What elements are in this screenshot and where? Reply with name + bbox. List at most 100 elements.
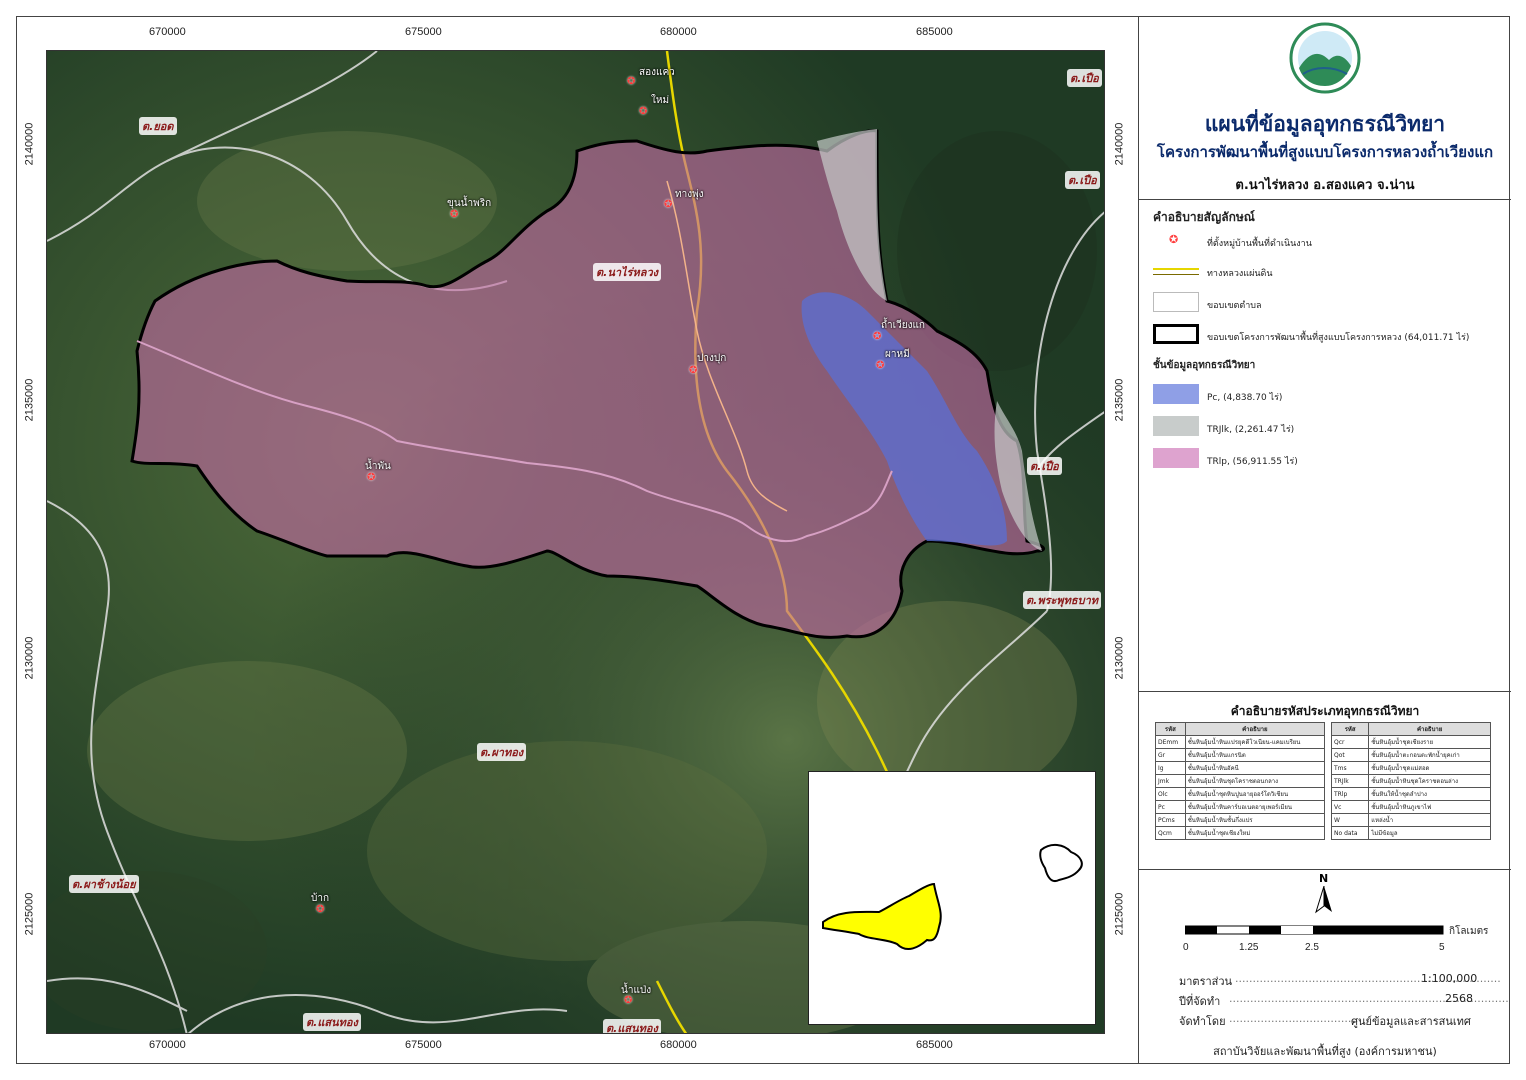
code-cell: Tms [1330, 761, 1370, 775]
north-label: N [1319, 872, 1329, 885]
layer-heading: ชั้นข้อมูลอุทกธรณีวิทยา [1153, 360, 1256, 371]
inset-outline [1039, 844, 1083, 882]
codes-section: คำอธิบายรหัสประเภทอุทกธรณีวิทยา รหัส คำอธ… [1139, 692, 1511, 870]
x-tick-bottom: 685000 [916, 1039, 953, 1051]
desc-cell: ชั้นหินอุ้มน้ำตะกอนตะพักน้ำยุคเก่า [1368, 748, 1491, 762]
code-cell: Qcr [1330, 735, 1370, 749]
subdistrict-label: ต.เปือ [1067, 69, 1102, 87]
code-cell: Olc [1155, 787, 1186, 801]
desc-cell: ชั้นหินอุ้มน้ำชุดเชียงใหม่ [1184, 826, 1326, 840]
y-tick-left: 2140000 [23, 122, 36, 166]
desc-cell: ชั้นหินอุ้มน้ำหินแปรยุคดีโวเนียน-แคมเบรี… [1184, 735, 1326, 749]
y-tick-right: 2140000 [1113, 122, 1126, 166]
y-tick-left: 2135000 [23, 378, 36, 422]
subdistrict-legend-swatch [1153, 292, 1199, 312]
location-title: ต.นาไร่หลวง อ.สองแคว จ.น่าน [1235, 178, 1415, 193]
y-tick-right: 2130000 [1113, 636, 1126, 680]
desc-cell: ชั้นหินอุ้มน้ำหินชุดโคราชตอนกลาง [1184, 774, 1326, 788]
subdistrict-label: ต.ผาช้างน้อย [69, 875, 139, 893]
village-label: ใหม่ [651, 95, 670, 106]
village-label: น้ำพัน [365, 461, 391, 472]
scale-bar [1185, 925, 1444, 935]
desc-cell: ชั้นหินให้น้ำชุดลำปาง [1368, 787, 1491, 801]
codes-table-right: รหัส คำอธิบาย Qcr ชั้นหินอุ้มน้ำชุดเชียงรา… [1330, 722, 1491, 840]
code-cell: DEmm [1155, 735, 1186, 749]
desc-col-header: คำอธิบาย [1184, 722, 1326, 736]
legend-heading: คำอธิบายสัญลักษณ์ [1153, 210, 1255, 224]
village-label: ผาหมี [885, 349, 910, 360]
legend-section: คำอธิบายสัญลักษณ์ ✪ ที่ตั้งหมู่บ้านพื้นท… [1139, 200, 1511, 692]
x-tick-top: 675000 [405, 26, 442, 38]
village-label: ถ้ำเวียงแก [881, 320, 925, 331]
boundary-legend-swatch [1153, 324, 1199, 344]
x-tick-bottom: 670000 [149, 1039, 186, 1051]
desc-cell: ชั้นหินอุ้มน้ำชุดหินปูนอายุออร์โดวิเชียน [1184, 787, 1326, 801]
by-value: ศูนย์ข้อมูลและสารสนเทศ [1351, 1015, 1471, 1028]
year-label: ปีที่จัดทำ [1179, 995, 1221, 1008]
village-label: ปางปุก [697, 353, 727, 364]
institute-name: สถาบันวิจัยและพัฒนาพื้นที่สูง (องค์การมห… [1213, 1045, 1437, 1058]
village-label: ขุนน้ำพริก [447, 198, 492, 209]
dot-leader: ...................................... [1229, 1012, 1362, 1025]
village-marker[interactable]: ✪ [689, 365, 697, 376]
desc-cell: ชั้นหินอุ้มน้ำหินชุดโคราชตอนล่าง [1368, 774, 1491, 788]
code-col-header: รหัส [1155, 722, 1186, 736]
desc-cell: ชั้นหินอุ้มน้ำหินแกรนิต [1184, 748, 1326, 762]
scale-tick: 1.25 [1239, 942, 1259, 953]
village-marker[interactable]: ✪ [876, 360, 884, 371]
desc-cell: ชั้นหินอุ้มน้ำหินภูเขาไฟ [1368, 800, 1491, 814]
scale-tick: 5 [1439, 942, 1445, 953]
scale-section: N 0 1.25 2.5 5 กิโลเมตร มาตราส่วน ......… [1139, 870, 1511, 1064]
inset-canvas [822, 844, 1083, 950]
project-title: โครงการพัฒนาพื้นที่สูงแบบโครงการหลวงถ้ำเ… [1156, 143, 1494, 161]
desc-cell: ไม่มีข้อมูล [1368, 826, 1491, 840]
scale-tick: 0 [1183, 942, 1189, 953]
code-cell: Pc [1155, 800, 1186, 814]
pc-legend-swatch [1153, 384, 1199, 404]
code-cell: W [1330, 813, 1370, 827]
desc-cell: ชั้นหินอุ้มน้ำหินอัคนี [1184, 761, 1326, 775]
code-cell: Gr [1155, 748, 1186, 762]
subdistrict-label: ต.ผาทอง [477, 743, 527, 761]
legend-item-subdistrict: ขอบเขตตำบล [1207, 301, 1262, 311]
y-tick-right: 2125000 [1113, 892, 1126, 936]
legend-item-boundary: ขอบเขตโครงการพัฒนาพื้นที่สูงแบบโครงการหล… [1207, 333, 1470, 343]
codes-heading: คำอธิบายรหัสประเภทอุทกธรณีวิทยา [1230, 704, 1420, 718]
institute-logo [1289, 22, 1361, 94]
subdistrict-label: ต.ยอด [139, 117, 177, 135]
scale-label: มาตราส่วน [1179, 975, 1233, 988]
village-legend-icon: ✪ [1169, 233, 1179, 246]
main-map[interactable]: ต.ยอด ต.นาไร่หลวง ต.เปือ ต.เปือ ต.เปือ ต… [46, 50, 1105, 1034]
code-cell: TRJlk [1330, 774, 1370, 788]
desc-cell: แหล่งน้ำ [1368, 813, 1491, 827]
code-cell: Qcm [1155, 826, 1186, 840]
code-col-header: รหัส [1330, 722, 1370, 736]
village-label: สองแคว [639, 67, 675, 78]
subdistrict-label: ต.พระพุทธบาท [1023, 591, 1102, 609]
y-tick-right: 2135000 [1113, 378, 1126, 422]
village-marker[interactable]: ✪ [664, 199, 672, 210]
code-cell: Vc [1330, 800, 1370, 814]
village-marker[interactable]: ✪ [627, 76, 635, 87]
y-tick-left: 2130000 [23, 636, 36, 680]
x-tick-top: 680000 [660, 26, 697, 38]
village-marker[interactable]: ✪ [639, 106, 647, 117]
subdistrict-label: ต.แสนทอง [603, 1019, 661, 1033]
codes-table-left: รหัส คำอธิบาย DEmm ชั้นหินอุ้มน้ำหินแปรยุค… [1155, 722, 1326, 840]
scale-value: 1:100,000 [1421, 972, 1478, 985]
legend-item-road: ทางหลวงแผ่นดิน [1207, 269, 1273, 279]
trlp-legend-swatch [1153, 448, 1199, 468]
village-label: น้ำแป่ง [621, 985, 652, 996]
by-label: จัดทำโดย [1179, 1015, 1226, 1028]
inset-project-area [822, 882, 942, 950]
subdistrict-label: ต.นาไร่หลวง [593, 263, 661, 281]
code-cell: Ig [1155, 761, 1186, 775]
desc-col-header: คำอธิบาย [1368, 722, 1491, 736]
scale-unit: กิโลเมตร [1449, 926, 1489, 937]
code-cell: Qot [1330, 748, 1370, 762]
code-cell: Jmk [1155, 774, 1186, 788]
year-value: 2568 [1445, 992, 1473, 1005]
legend-layer-trjlk: TRJlk, (2,261.47 ไร่) [1207, 425, 1295, 435]
legend-item-village: ที่ตั้งหมู่บ้านพื้นที่ดำเนินงาน [1207, 239, 1312, 249]
code-cell: No data [1330, 826, 1370, 840]
